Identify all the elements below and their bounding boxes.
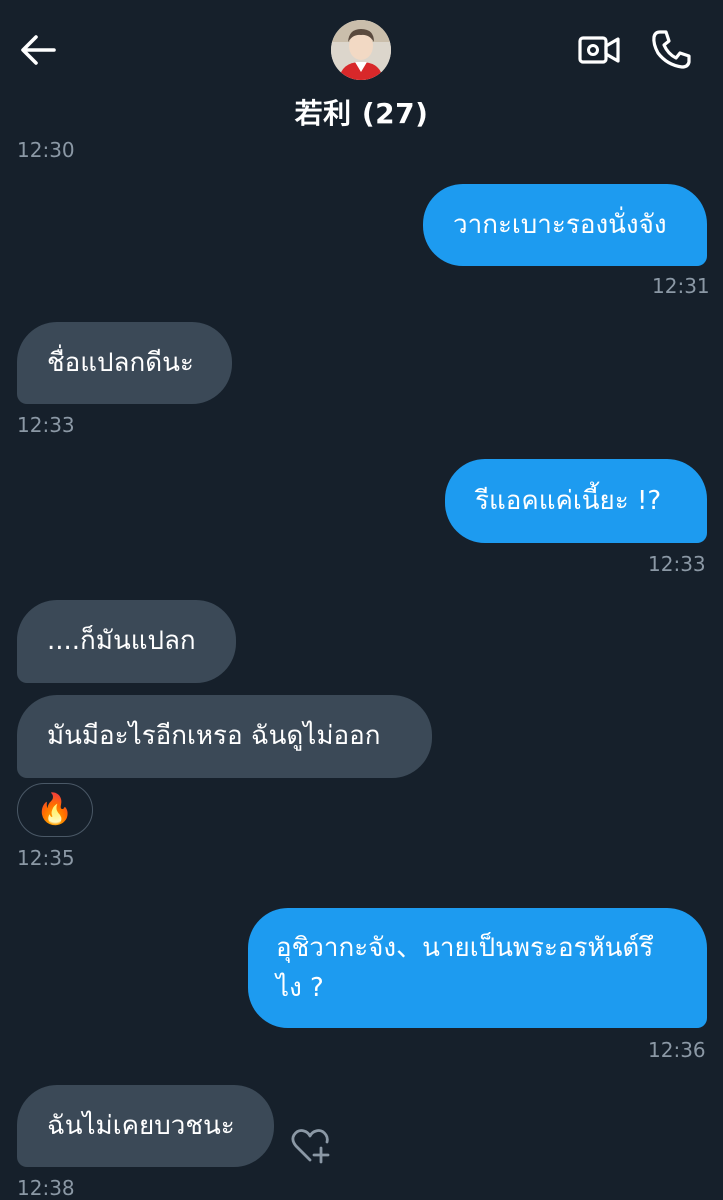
message-bubble-outgoing[interactable]: วากะเบาะรองนั่งจัง	[423, 184, 707, 266]
message-line: อุชิวากะจัง、นายเป็นพระอรหันต์รึ	[276, 933, 654, 963]
timestamp: 12:30	[17, 138, 75, 162]
timestamp: 12:38	[17, 1176, 75, 1200]
chat-header: 若利 (27)	[0, 0, 723, 135]
timestamp: 12:36	[648, 1038, 706, 1062]
timestamp: 12:33	[17, 413, 75, 437]
message-bubble-incoming[interactable]: ....ก็มันแปลก	[17, 600, 236, 683]
reaction-badge[interactable]: 🔥	[17, 783, 93, 837]
avatar[interactable]	[331, 20, 391, 80]
add-reaction-heart-icon[interactable]	[290, 1126, 332, 1164]
message-bubble-incoming[interactable]: ชื่อแปลกดีนะ	[17, 322, 232, 404]
message-bubble-incoming[interactable]: ฉันไม่เคยบวชนะ	[17, 1085, 274, 1167]
chat-title: 若利 (27)	[294, 97, 429, 130]
back-arrow-icon[interactable]	[18, 30, 58, 70]
timestamp: 12:33	[648, 552, 706, 576]
phone-icon[interactable]	[651, 28, 691, 70]
message-bubble-incoming[interactable]: มันมีอะไรอีกเหรอ ฉันดูไม่ออก	[17, 695, 432, 778]
message-bubble-outgoing[interactable]: รีแอคแค่เนี้ยะ !?	[445, 459, 707, 543]
message-line: ไง ?	[276, 973, 324, 1003]
message-bubble-outgoing[interactable]: อุชิวากะจัง、นายเป็นพระอรหันต์รึ ไง ?	[248, 908, 707, 1028]
avatar-image	[331, 20, 391, 80]
timestamp: 12:35	[17, 846, 75, 870]
video-call-icon[interactable]	[577, 30, 621, 70]
timestamp: 12:31	[652, 274, 710, 298]
